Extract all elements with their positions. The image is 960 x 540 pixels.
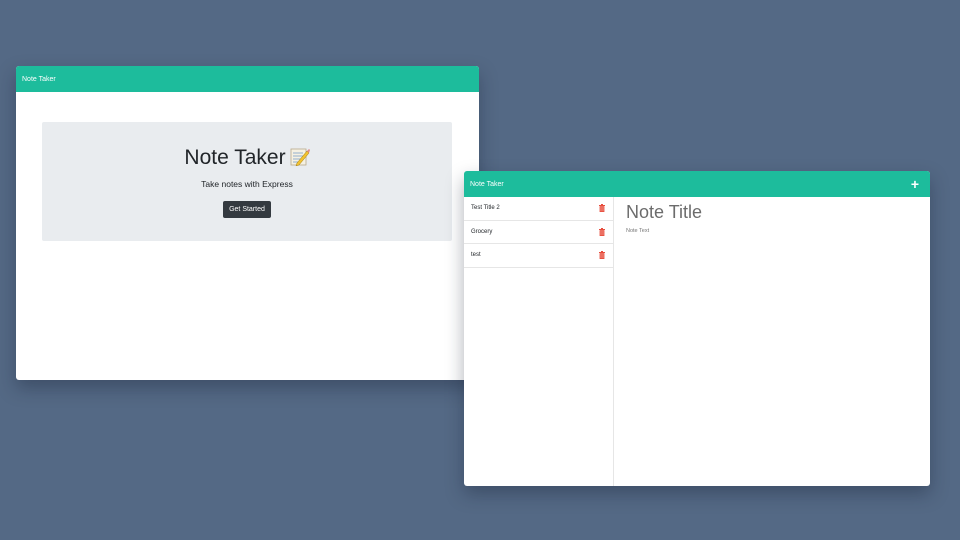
navbar-brand[interactable]: Note Taker: [470, 181, 504, 188]
jumbotron: Note Taker Take notes with Express Get S…: [42, 122, 452, 241]
landing-navbar: Note Taker: [16, 66, 479, 92]
navbar-brand[interactable]: Note Taker: [22, 76, 56, 83]
landing-window: Note Taker Note Taker Take notes with Ex…: [16, 66, 479, 380]
note-item-title: Grocery: [471, 228, 493, 235]
notes-window: Note Taker + Test Title 2 Grocery test N…: [464, 171, 930, 486]
trash-icon[interactable]: [599, 251, 605, 260]
plus-icon[interactable]: +: [911, 177, 919, 191]
list-item[interactable]: test: [464, 244, 613, 268]
list-item[interactable]: Test Title 2: [464, 197, 613, 221]
page-subtitle: Take notes with Express: [201, 179, 293, 189]
note-item-title: test: [471, 252, 481, 259]
note-text-input[interactable]: Note Text: [626, 228, 918, 234]
list-item[interactable]: Grocery: [464, 221, 613, 244]
note-title-input[interactable]: Note Title: [626, 202, 918, 223]
page-title-text: Note Taker: [184, 146, 286, 169]
note-item-title: Test Title 2: [471, 205, 500, 212]
trash-icon[interactable]: [599, 227, 605, 236]
trash-icon[interactable]: [599, 204, 605, 213]
memo-emoji-icon: [290, 148, 310, 166]
note-editor: Note Title Note Text: [614, 197, 930, 486]
notes-navbar: Note Taker +: [464, 171, 930, 197]
get-started-button[interactable]: Get Started: [223, 201, 271, 218]
note-list: Test Title 2 Grocery test: [464, 197, 614, 486]
page-title: Note Taker: [42, 146, 452, 170]
